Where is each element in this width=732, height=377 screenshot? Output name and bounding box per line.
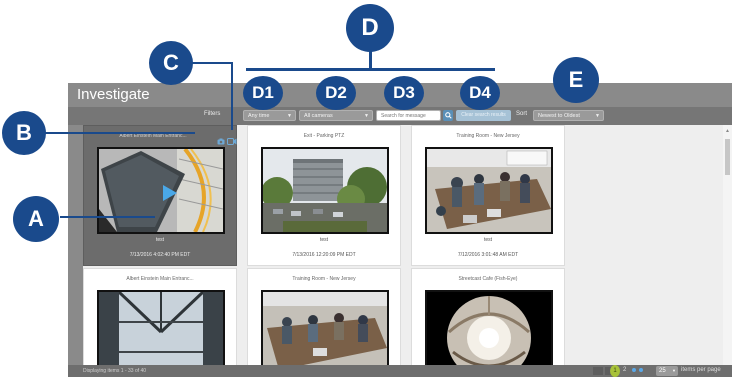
- entrance-ceiling-thumbnail-image: [99, 292, 223, 375]
- annotation-marker-d3: D3: [384, 76, 424, 110]
- card-label: test: [483, 237, 493, 243]
- chevron-down-icon: ▼: [364, 113, 369, 119]
- next-page-button[interactable]: [632, 368, 636, 372]
- result-card-3[interactable]: Training Room - New Jersey test 7/12/201…: [411, 125, 565, 266]
- camera-filter-select[interactable]: All cameras ▼: [299, 110, 373, 121]
- clear-search-results-button[interactable]: Clear search results: [456, 110, 511, 121]
- sort-value: Newest to Oldest: [538, 113, 580, 119]
- camera-icon-svg: [217, 138, 225, 145]
- card-timestamp: 7/13/2016 12:20:09 PM EDT: [292, 252, 356, 258]
- chevron-down-icon: ▼: [287, 113, 292, 119]
- items-per-page-label: items per page: [681, 367, 721, 373]
- card-timestamp: 7/12/2016 3:01:48 AM EDT: [457, 252, 519, 258]
- sort-select[interactable]: Newest to Oldest ▼: [533, 110, 604, 121]
- card-camera-name: Training Room - New Jersey: [292, 276, 356, 282]
- annotation-marker-d1: D1: [243, 76, 283, 110]
- parking-thumbnail-image: [263, 149, 387, 232]
- result-card-4[interactable]: Albert Einstein Main Entranc...: [83, 268, 237, 377]
- callout-b-line: [45, 132, 195, 134]
- scroll-up-icon[interactable]: ▲: [725, 128, 730, 134]
- card-camera-name: Training Room - New Jersey: [456, 133, 520, 139]
- annotation-marker-e: E: [553, 57, 599, 103]
- camera-filter-value: All cameras: [304, 113, 333, 119]
- entrance-thumbnail-image: [99, 149, 223, 232]
- card-label: test: [155, 237, 165, 243]
- fisheye-thumbnail-image: [427, 292, 551, 375]
- annotation-marker-a: A: [13, 196, 59, 242]
- result-card-1[interactable]: Albert Einstein Main Entranc... test 7/1…: [83, 125, 237, 266]
- first-page-button[interactable]: [593, 367, 603, 375]
- card-camera-name: Exit - Parking PTZ: [303, 133, 345, 139]
- annotation-marker-d4: D4: [460, 76, 500, 110]
- result-card-6[interactable]: Streetcast Cafe (Fish-Eye): [411, 268, 565, 377]
- training-room-thumbnail-image: [427, 149, 551, 232]
- page-2-button[interactable]: 2: [623, 367, 626, 373]
- video-camera-icon-svg: [227, 138, 237, 145]
- grid-scrollbar[interactable]: ▲: [723, 125, 732, 365]
- investigate-window: Investigate Filters Any time ▼ All camer…: [68, 83, 732, 377]
- search-button[interactable]: [443, 110, 453, 121]
- annotation-marker-c: C: [149, 41, 193, 85]
- card-label: test: [319, 237, 329, 243]
- scrollbar-thumb[interactable]: [725, 139, 730, 175]
- chevron-down-icon: ▼: [672, 368, 676, 373]
- training-room-2-thumbnail-image: [263, 292, 387, 375]
- current-page-button[interactable]: 1: [610, 365, 620, 377]
- camera-icon[interactable]: [217, 132, 225, 145]
- chevron-down-icon: ▼: [595, 113, 600, 119]
- annotation-marker-b: B: [2, 111, 46, 155]
- card-thumbnail[interactable]: [97, 147, 225, 234]
- page-size-select[interactable]: 25 ▼: [656, 366, 678, 376]
- filters-label: Filters: [204, 111, 221, 117]
- search-icon: [444, 112, 452, 119]
- pagination-bar: Displaying items 1 - 33 of 40 1 2 25 ▼ i…: [68, 365, 732, 377]
- page-title: Investigate: [77, 86, 150, 103]
- search-input[interactable]: [376, 110, 441, 121]
- card-camera-name: Albert Einstein Main Entranc...: [126, 276, 194, 282]
- sort-label: Sort: [516, 111, 528, 117]
- callout-c-line: [192, 62, 232, 64]
- time-filter-value: Any time: [248, 113, 270, 119]
- annotation-marker-d: D: [346, 4, 394, 52]
- card-thumbnail[interactable]: [425, 147, 553, 234]
- callout-a-line: [60, 216, 155, 218]
- annotation-marker-d2: D2: [316, 76, 356, 110]
- video-camera-icon[interactable]: [227, 132, 237, 145]
- last-page-button[interactable]: [639, 368, 643, 372]
- card-thumbnail[interactable]: [425, 290, 553, 377]
- page-size-value: 25: [659, 368, 666, 374]
- callout-c-drop: [231, 62, 233, 130]
- card-camera-name: Streetcast Cafe (Fish-Eye): [458, 276, 518, 282]
- result-card-5[interactable]: Training Room - New Jersey: [247, 268, 401, 377]
- time-filter-select[interactable]: Any time ▼: [243, 110, 296, 121]
- results-grid: Albert Einstein Main Entranc... test 7/1…: [83, 125, 723, 377]
- card-timestamp: 7/13/2016 4:02:40 PM EDT: [129, 252, 191, 258]
- displaying-items-text: Displaying items 1 - 33 of 40: [83, 368, 147, 374]
- result-card-2[interactable]: Exit - Parking PTZ test 7/13/2016 12:20:…: [247, 125, 401, 266]
- card-thumbnail[interactable]: [261, 147, 389, 234]
- card-thumbnail[interactable]: [97, 290, 225, 377]
- card-thumbnail[interactable]: [261, 290, 389, 377]
